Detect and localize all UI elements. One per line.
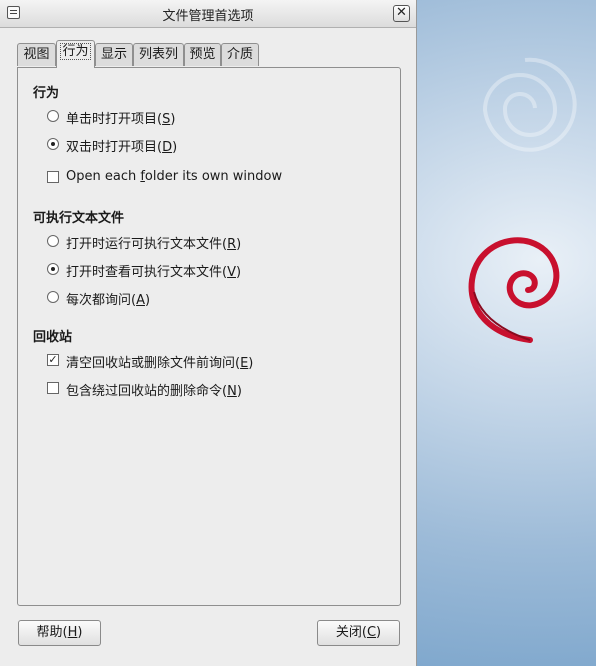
run-executable-label: 打开时运行可执行文本文件(R) <box>66 237 242 252</box>
section-heading-trash: 回收站 <box>33 330 73 345</box>
include-delete-label: 包含绕过回收站的删除命令(N) <box>66 384 242 399</box>
radio-run-executable[interactable] <box>47 235 59 247</box>
checkbox-include-delete[interactable] <box>47 382 59 394</box>
tab-view[interactable]: 视图 <box>17 43 56 66</box>
checkbox-own-window[interactable] <box>47 171 59 183</box>
window-title: 文件管理首选项 <box>162 9 254 24</box>
confirm-trash-label: 清空回收站或删除文件前询问(E) <box>66 356 254 371</box>
tab-media[interactable]: 介质 <box>221 43 259 66</box>
tab-label: 行为 <box>60 43 91 60</box>
radio-double-click[interactable] <box>47 138 59 150</box>
help-button[interactable]: 帮助(H) <box>18 620 101 646</box>
preferences-dialog: 文件管理首选项 ✕ 视图 行为 显示 列表列 预览 介质 行为 单击时打开项目(… <box>0 0 417 666</box>
tab-list-columns[interactable]: 列表列 <box>133 43 184 66</box>
radio-single-click[interactable] <box>47 110 59 122</box>
section-heading-behavior: 行为 <box>33 86 60 101</box>
tab-preview[interactable]: 预览 <box>184 43 221 66</box>
radio-ask-each-time[interactable] <box>47 291 59 303</box>
section-heading-executable: 可执行文本文件 <box>33 211 125 226</box>
checkbox-confirm-trash[interactable]: ✓ <box>47 354 59 366</box>
title-bar[interactable]: 文件管理首选项 ✕ <box>0 0 416 28</box>
tab-label: 列表列 <box>138 47 178 62</box>
close-window-button[interactable]: ✕ <box>393 5 410 22</box>
tab-display[interactable]: 显示 <box>95 43 133 66</box>
debian-swirl-logo <box>468 237 560 343</box>
own-window-label: Open each folder its own window <box>66 169 283 184</box>
tab-label: 显示 <box>100 47 127 62</box>
tab-label: 视图 <box>23 47 50 62</box>
single-click-label: 单击时打开项目(S) <box>66 112 176 127</box>
tab-label: 介质 <box>226 47 253 62</box>
tab-behavior[interactable]: 行为 <box>56 40 95 68</box>
radio-view-executable[interactable] <box>47 263 59 275</box>
faint-swirl-decoration <box>482 57 577 152</box>
close-button[interactable]: 关闭(C) <box>317 620 400 646</box>
ask-each-time-label: 每次都询问(A) <box>66 293 151 308</box>
tab-label: 预览 <box>189 47 216 62</box>
view-executable-label: 打开时查看可执行文本文件(V) <box>66 265 242 280</box>
double-click-label: 双击时打开项目(D) <box>66 140 178 155</box>
